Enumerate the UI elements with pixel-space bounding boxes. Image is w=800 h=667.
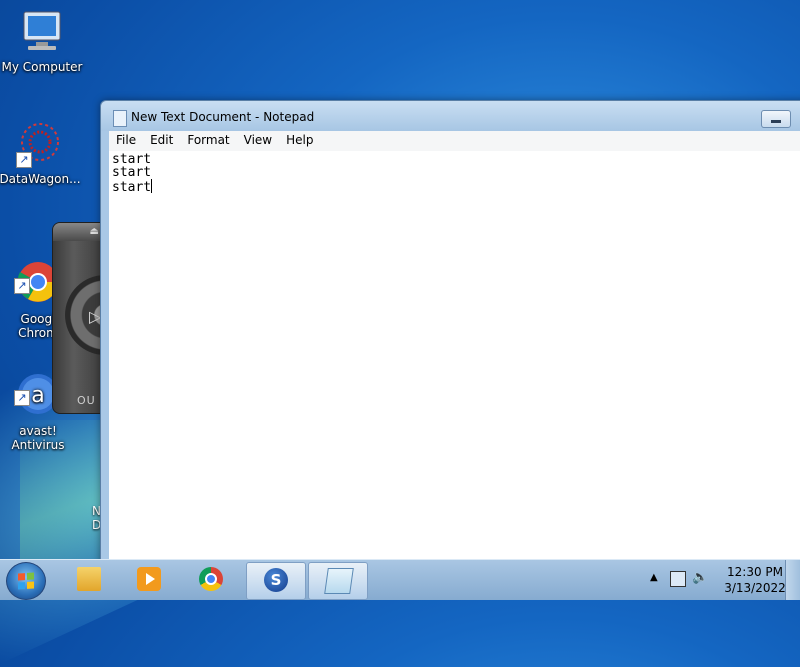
shortcut-arrow-icon: ↗: [14, 390, 30, 406]
desktop-icon-datawagon[interactable]: ↗ DataWagon...: [0, 120, 82, 186]
taskbar-item-notepad[interactable]: [308, 562, 368, 600]
media-player-widget[interactable]: ⏏ ▷ OU: [52, 222, 106, 414]
desktop-icon-label: My Computer: [1, 60, 83, 74]
start-button[interactable]: [6, 562, 46, 600]
menu-view[interactable]: View: [237, 131, 279, 149]
shortcut-arrow-icon: ↗: [14, 278, 30, 294]
widget-brand: OU: [77, 394, 96, 407]
clock[interactable]: 12:30 PM 3/13/2022: [720, 564, 790, 596]
text-caret: [151, 179, 153, 193]
media-player-icon: [137, 567, 161, 591]
menu-help[interactable]: Help: [279, 131, 320, 149]
notepad-window[interactable]: New Text Document - Notepad File Edit Form…: [100, 100, 800, 564]
s-app-icon: S: [264, 568, 288, 592]
menu-file[interactable]: File: [109, 131, 143, 149]
text-line-content: start: [112, 180, 152, 195]
eject-icon[interactable]: ⏏: [90, 226, 99, 237]
datawagon-icon: ↗: [16, 120, 64, 168]
chrome-icon: [199, 567, 223, 591]
taskbar: S ▲ 🔈 12:30 PM 3/13/2022: [0, 559, 800, 600]
show-desktop-button[interactable]: [785, 560, 800, 600]
minimize-button[interactable]: [761, 110, 791, 128]
taskbar-item-explorer[interactable]: [60, 562, 118, 598]
title-bar[interactable]: New Text Document - Notepad: [101, 101, 800, 131]
text-line: start: [112, 165, 152, 180]
notepad-icon: [113, 110, 127, 127]
taskbar-item-media-player[interactable]: [120, 562, 178, 598]
shortcut-arrow-icon: ↗: [16, 152, 32, 168]
text-editor[interactable]: start start start: [109, 151, 800, 561]
menu-bar: File Edit Format View Help: [109, 131, 800, 152]
desktop-icon-my-computer[interactable]: My Computer: [0, 8, 84, 74]
taskbar-item-chrome[interactable]: [182, 562, 240, 598]
text-line-last: start: [112, 179, 800, 195]
show-hidden-icons-icon[interactable]: ▲: [650, 572, 658, 583]
menu-format[interactable]: Format: [180, 131, 236, 149]
windows-logo-icon: [18, 572, 34, 590]
desktop-icon-label: DataWagon...: [0, 172, 81, 186]
network-icon[interactable]: [670, 571, 686, 587]
notepad-icon: [324, 568, 354, 594]
computer-icon: [18, 8, 66, 56]
desktop-icon-label: avast! Antivirus: [11, 424, 65, 452]
volume-icon[interactable]: 🔈: [692, 570, 708, 585]
system-tray: ▲ 🔈 12:30 PM 3/13/2022: [640, 560, 800, 600]
taskbar-item-s-app[interactable]: S: [246, 562, 306, 600]
window-title: New Text Document - Notepad: [131, 110, 315, 124]
clock-date: 3/13/2022: [724, 581, 786, 595]
menu-edit[interactable]: Edit: [143, 131, 180, 149]
text-line: start: [112, 152, 152, 167]
widget-header: ⏏: [53, 223, 105, 241]
clock-time: 12:30 PM: [727, 565, 783, 579]
windows-explorer-icon: [77, 567, 101, 591]
svg-text:a: a: [31, 383, 44, 408]
